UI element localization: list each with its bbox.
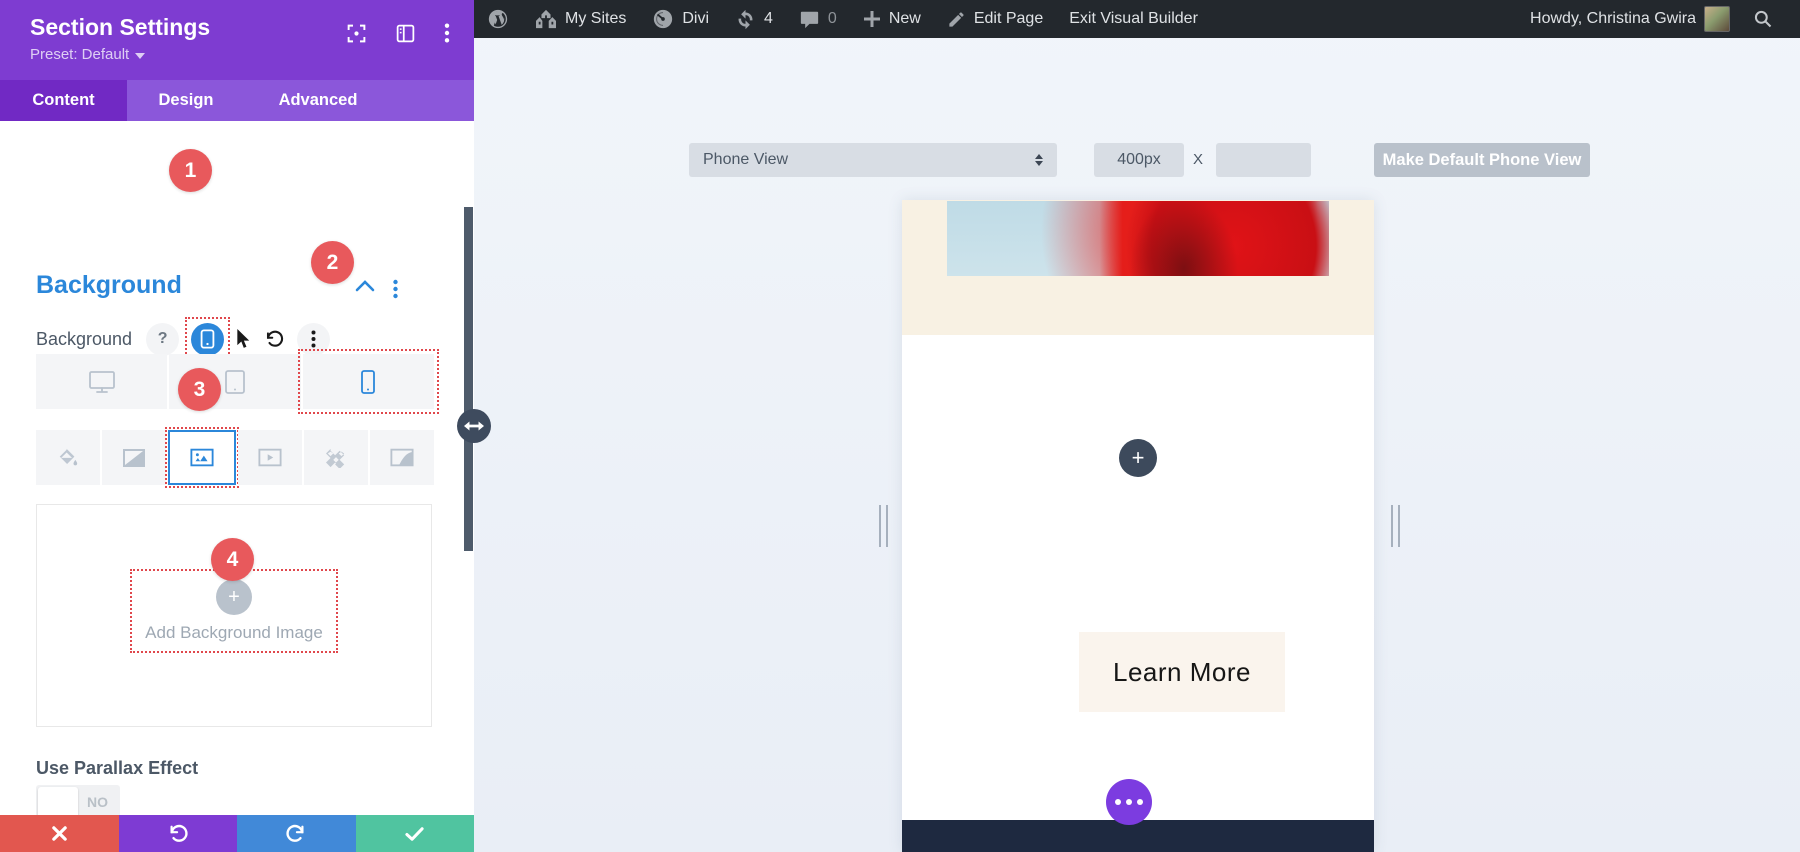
- hover-cursor-icon[interactable]: [236, 329, 252, 349]
- comment-bubble-icon: [799, 10, 820, 29]
- panel-more-options-icon[interactable]: [444, 22, 450, 44]
- bg-type-video[interactable]: [238, 430, 302, 485]
- updates-refresh-icon: [735, 9, 756, 30]
- bg-type-color[interactable]: [36, 430, 100, 485]
- tutorial-badge-3: 3: [178, 368, 221, 411]
- add-background-image-label: Add Background Image: [145, 623, 323, 643]
- left-column-resize-handle[interactable]: [879, 505, 888, 547]
- bg-type-gradient[interactable]: [102, 430, 166, 485]
- comments-count: 0: [828, 10, 837, 28]
- device-tab-desktop[interactable]: [36, 354, 167, 409]
- dot: [1137, 799, 1143, 805]
- section-options-dots-button[interactable]: [1106, 779, 1152, 825]
- section-more-options-icon[interactable]: [393, 279, 398, 299]
- tab-advanced[interactable]: Advanced: [245, 80, 391, 121]
- learn-more-button[interactable]: Learn More: [1079, 632, 1285, 712]
- reset-undo-icon[interactable]: [264, 329, 285, 350]
- bg-type-pattern[interactable]: [304, 430, 368, 485]
- panel-resize-handle[interactable]: [457, 409, 491, 443]
- divi-gauge-icon: [652, 8, 674, 30]
- phone-footer-section: [902, 820, 1374, 852]
- wordpress-logo-icon: [487, 8, 509, 30]
- avatar: [1704, 6, 1730, 32]
- wp-admin-bar: My Sites Divi 4 0 New: [474, 0, 1800, 38]
- parallax-label: Use Parallax Effect: [36, 758, 198, 779]
- new-label: New: [889, 10, 921, 28]
- dot: [1126, 799, 1132, 805]
- make-default-phone-view-button[interactable]: Make Default Phone View: [1374, 143, 1590, 177]
- divi-menu[interactable]: Divi: [639, 0, 722, 38]
- plus-icon: [863, 10, 881, 28]
- phone-hero-section: [902, 200, 1374, 335]
- preset-selector[interactable]: Preset: Default: [30, 46, 474, 63]
- bg-type-image[interactable]: [168, 430, 236, 485]
- dot: [1115, 799, 1121, 805]
- settings-tabbar: Content Design Advanced: [0, 80, 474, 121]
- edit-page-label: Edit Page: [974, 10, 1043, 28]
- add-row-button[interactable]: +: [1119, 439, 1157, 477]
- new-menu[interactable]: New: [850, 0, 934, 38]
- help-icon[interactable]: ?: [146, 323, 179, 356]
- field-more-options-icon[interactable]: [297, 323, 330, 356]
- phone-preview-canvas: + Learn More: [902, 200, 1374, 852]
- hero-photo-red-fabric: [947, 201, 1329, 276]
- background-type-tabs: [36, 430, 434, 485]
- background-section-heading[interactable]: Background: [36, 271, 182, 300]
- edit-page-menu[interactable]: Edit Page: [934, 0, 1056, 38]
- comments-menu[interactable]: 0: [786, 0, 850, 38]
- search-icon: [1753, 9, 1773, 29]
- panel-body: Background Background ?: [0, 121, 474, 815]
- exit-visual-builder[interactable]: Exit Visual Builder: [1056, 0, 1211, 38]
- preview-width-input[interactable]: [1094, 143, 1184, 177]
- howdy-account-menu[interactable]: Howdy, Christina Gwira: [1517, 0, 1730, 38]
- snap-panel-icon[interactable]: [395, 23, 416, 44]
- divi-label: Divi: [682, 10, 709, 28]
- preview-height-input[interactable]: [1216, 143, 1311, 177]
- updates-count: 4: [764, 10, 773, 28]
- updates-menu[interactable]: 4: [722, 0, 786, 38]
- panel-header: Section Settings Preset: Default: [0, 0, 474, 80]
- pencil-icon: [947, 10, 966, 29]
- howdy-label: Howdy, Christina Gwira: [1530, 10, 1696, 28]
- view-mode-select[interactable]: Phone View: [689, 143, 1057, 177]
- select-updown-icon: [1035, 154, 1043, 166]
- bg-type-mask[interactable]: [370, 430, 434, 485]
- view-mode-value: Phone View: [703, 151, 788, 169]
- undo-button[interactable]: [119, 815, 238, 852]
- my-sites-label: My Sites: [565, 10, 626, 28]
- section-settings-panel: Section Settings Preset: Default Content…: [0, 0, 474, 852]
- device-tab-phone[interactable]: [303, 354, 434, 409]
- collapse-section-icon[interactable]: [355, 279, 375, 299]
- toggle-value: NO: [87, 794, 108, 810]
- responsive-phone-mode-icon[interactable]: [191, 323, 224, 356]
- plus-icon: +: [1132, 445, 1145, 471]
- my-sites-menu[interactable]: My Sites: [522, 0, 639, 38]
- my-sites-icon: [535, 9, 557, 29]
- caret-down-icon: [135, 53, 145, 59]
- visual-builder-stage: My Sites Divi 4 0 New: [0, 0, 1800, 852]
- save-button[interactable]: [356, 815, 475, 852]
- redo-button[interactable]: [237, 815, 356, 852]
- discard-close-button[interactable]: [0, 815, 119, 852]
- tutorial-badge-1: 1: [169, 149, 212, 192]
- tutorial-badge-4: 4: [211, 538, 254, 581]
- dimension-separator: X: [1193, 151, 1203, 168]
- wordpress-logo-menu[interactable]: [474, 0, 522, 38]
- right-column-resize-handle[interactable]: [1391, 505, 1400, 547]
- plus-icon: +: [216, 579, 252, 615]
- expand-panel-icon[interactable]: [346, 23, 367, 44]
- tutorial-badge-2: 2: [311, 241, 354, 284]
- background-field-label: Background: [36, 329, 132, 350]
- device-mode-tabs: [36, 354, 434, 409]
- panel-scrollbar[interactable]: [464, 207, 473, 551]
- panel-footer: [0, 815, 474, 852]
- tab-design[interactable]: Design: [127, 80, 245, 121]
- exit-visual-builder-label: Exit Visual Builder: [1069, 10, 1198, 28]
- admin-search[interactable]: [1740, 0, 1786, 38]
- add-background-image-button[interactable]: + Add Background Image: [130, 569, 338, 653]
- tab-content[interactable]: Content: [0, 80, 127, 121]
